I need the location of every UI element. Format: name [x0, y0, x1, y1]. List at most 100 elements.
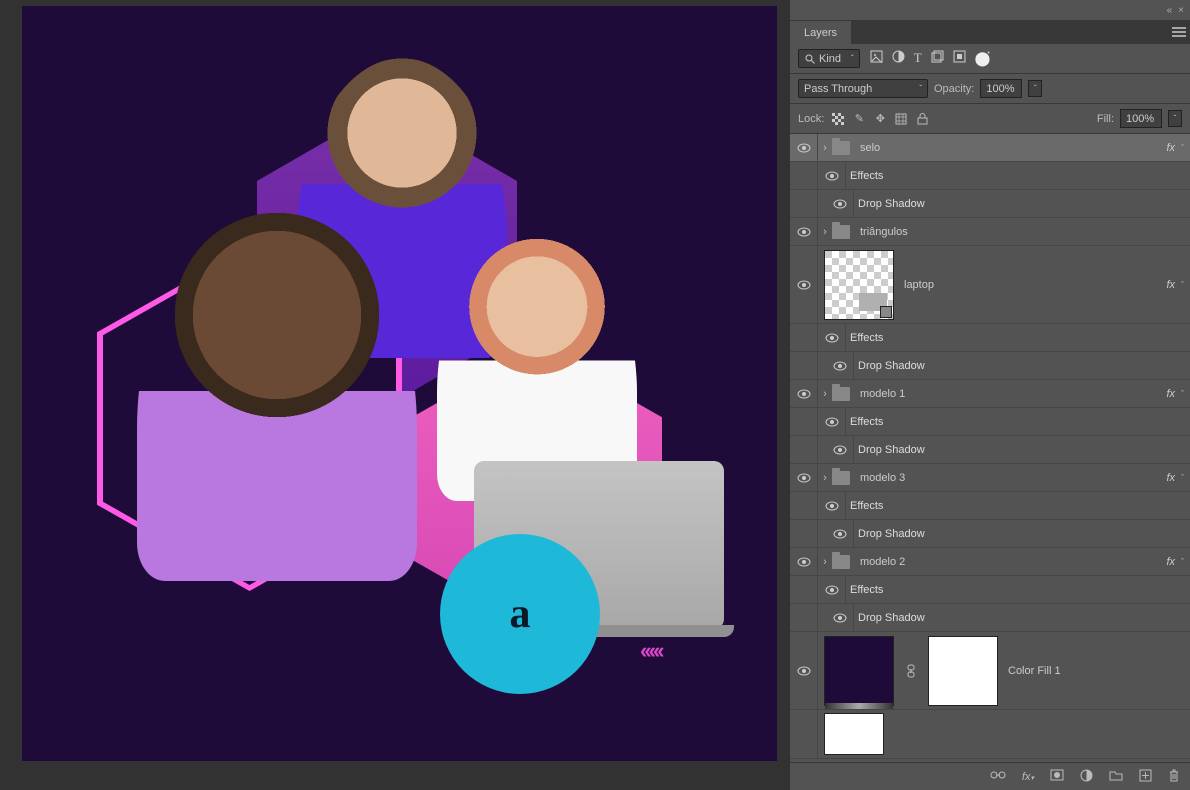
- layers-list[interactable]: › selo fxˆ Effects Drop Shadow › triângu…: [790, 134, 1190, 762]
- layer-name[interactable]: selo: [860, 142, 880, 154]
- document-canvas[interactable]: a ‹‹‹‹‹: [22, 6, 777, 761]
- layer-mask-icon[interactable]: [1050, 769, 1064, 784]
- filter-toggle-icon[interactable]: ⬤•: [975, 50, 993, 67]
- layer-name[interactable]: modelo 1: [860, 388, 905, 400]
- layer-name[interactable]: Color Fill 1: [1008, 665, 1061, 677]
- filter-kind-select[interactable]: Kind ˇ: [798, 49, 860, 68]
- visibility-toggle[interactable]: [818, 324, 846, 351]
- layer-fx-badge[interactable]: fxˆ: [1166, 472, 1190, 484]
- visibility-toggle[interactable]: [790, 632, 818, 709]
- visibility-toggle[interactable]: [790, 464, 818, 491]
- layer-fx-badge[interactable]: fxˆ: [1166, 388, 1190, 400]
- layers-bottom-bar: fx▾: [790, 762, 1190, 790]
- layer-name[interactable]: modelo 2: [860, 556, 905, 568]
- layer-fx-badge[interactable]: fxˆ: [1166, 279, 1190, 291]
- visibility-toggle[interactable]: [818, 408, 846, 435]
- layer-fx-badge[interactable]: fxˆ: [1166, 556, 1190, 568]
- layer-effects-row[interactable]: Effects: [790, 576, 1190, 604]
- panel-header: « ×: [790, 0, 1190, 20]
- opacity-input[interactable]: 100%: [980, 79, 1022, 98]
- visibility-toggle[interactable]: [826, 352, 854, 379]
- expand-arrow[interactable]: ›: [818, 472, 832, 484]
- expand-arrow[interactable]: ›: [818, 142, 832, 154]
- layer-color-fill[interactable]: Color Fill 1: [790, 632, 1190, 710]
- filter-adjust-icon[interactable]: [892, 50, 905, 67]
- layer-mask-thumbnail[interactable]: [824, 713, 884, 755]
- layer-effect-item[interactable]: Drop Shadow: [790, 520, 1190, 548]
- layer-mask-thumbnail[interactable]: [928, 636, 998, 706]
- visibility-toggle[interactable]: [826, 520, 854, 547]
- visibility-toggle[interactable]: [790, 380, 818, 407]
- blend-mode-select[interactable]: Pass Through ˇ: [798, 79, 928, 98]
- layer-name[interactable]: triângulos: [860, 226, 908, 238]
- layer-effects-row[interactable]: Effects: [790, 408, 1190, 436]
- chevron-down-icon: ˇ: [851, 54, 854, 63]
- panel-menu-icon[interactable]: [1168, 20, 1190, 44]
- visibility-toggle[interactable]: [790, 134, 818, 161]
- visibility-toggle[interactable]: [818, 492, 846, 519]
- fill-chevron[interactable]: ˇ: [1168, 110, 1182, 127]
- folder-icon: [832, 387, 850, 401]
- layer-thumbnail[interactable]: [824, 636, 894, 706]
- layer-group-triangulos[interactable]: › triângulos: [790, 218, 1190, 246]
- visibility-toggle[interactable]: [790, 246, 818, 323]
- blend-row: Pass Through ˇ Opacity: 100% ˇ: [790, 74, 1190, 104]
- visibility-toggle[interactable]: [826, 604, 854, 631]
- lock-artboard-icon[interactable]: [893, 111, 909, 127]
- lock-all-icon[interactable]: [914, 111, 930, 127]
- layer-group-modelo3[interactable]: › modelo 3 fxˆ: [790, 464, 1190, 492]
- collapse-icon[interactable]: «: [1167, 5, 1173, 16]
- effects-label: Effects: [850, 500, 883, 512]
- expand-arrow[interactable]: ›: [818, 226, 832, 238]
- visibility-toggle[interactable]: [818, 576, 846, 603]
- adjustment-layer-icon[interactable]: [1080, 769, 1093, 785]
- layer-name[interactable]: modelo 3: [860, 472, 905, 484]
- expand-arrow[interactable]: ›: [818, 556, 832, 568]
- link-icon[interactable]: [904, 664, 918, 678]
- layer-partial[interactable]: [790, 710, 1190, 759]
- tab-layers[interactable]: Layers: [790, 20, 851, 44]
- chevrons-decor: ‹‹‹‹‹: [640, 638, 662, 664]
- filter-pixel-icon[interactable]: [870, 50, 883, 67]
- layer-effect-item[interactable]: Drop Shadow: [790, 604, 1190, 632]
- layer-effect-item[interactable]: Drop Shadow: [790, 436, 1190, 464]
- lock-position-icon[interactable]: ✥: [872, 111, 888, 127]
- delete-layer-icon[interactable]: [1168, 769, 1180, 785]
- layer-effects-row[interactable]: Effects: [790, 324, 1190, 352]
- new-group-icon[interactable]: [1109, 769, 1123, 784]
- layer-effects-row[interactable]: Effects: [790, 492, 1190, 520]
- panel-tabs: Layers: [790, 20, 1190, 44]
- layer-effect-item[interactable]: Drop Shadow: [790, 190, 1190, 218]
- visibility-toggle[interactable]: [790, 548, 818, 575]
- layer-effects-row[interactable]: Effects: [790, 162, 1190, 190]
- folder-icon: [832, 225, 850, 239]
- layer-style-icon[interactable]: fx▾: [1022, 771, 1034, 783]
- layer-effect-item[interactable]: Drop Shadow: [790, 352, 1190, 380]
- lock-transparency-icon[interactable]: [830, 111, 846, 127]
- expand-arrow[interactable]: ›: [818, 388, 832, 400]
- lock-brush-icon[interactable]: ✎: [851, 111, 867, 127]
- layer-name[interactable]: laptop: [904, 279, 934, 291]
- folder-icon: [832, 141, 850, 155]
- filter-shape-icon[interactable]: [931, 50, 944, 67]
- close-icon[interactable]: ×: [1178, 5, 1184, 16]
- layer-group-modelo1[interactable]: › modelo 1 fxˆ: [790, 380, 1190, 408]
- visibility-toggle[interactable]: [818, 162, 846, 189]
- new-layer-icon[interactable]: [1139, 769, 1152, 785]
- layer-fx-badge[interactable]: fxˆ: [1166, 142, 1190, 154]
- visibility-toggle[interactable]: [826, 436, 854, 463]
- visibility-toggle[interactable]: [790, 218, 818, 245]
- layer-thumbnail[interactable]: [824, 250, 894, 320]
- link-layers-icon[interactable]: [990, 770, 1006, 783]
- opacity-chevron[interactable]: ˇ: [1028, 80, 1042, 97]
- chevron-down-icon: ˇ: [919, 84, 922, 93]
- layer-laptop[interactable]: laptop fxˆ: [790, 246, 1190, 324]
- filter-smart-icon[interactable]: [953, 50, 966, 67]
- lock-label: Lock:: [798, 113, 824, 125]
- filter-type-icon[interactable]: T: [914, 50, 922, 67]
- visibility-toggle[interactable]: [826, 190, 854, 217]
- layer-group-modelo2[interactable]: › modelo 2 fxˆ: [790, 548, 1190, 576]
- effects-label: Effects: [850, 584, 883, 596]
- fill-input[interactable]: 100%: [1120, 109, 1162, 128]
- layer-group-selo[interactable]: › selo fxˆ: [790, 134, 1190, 162]
